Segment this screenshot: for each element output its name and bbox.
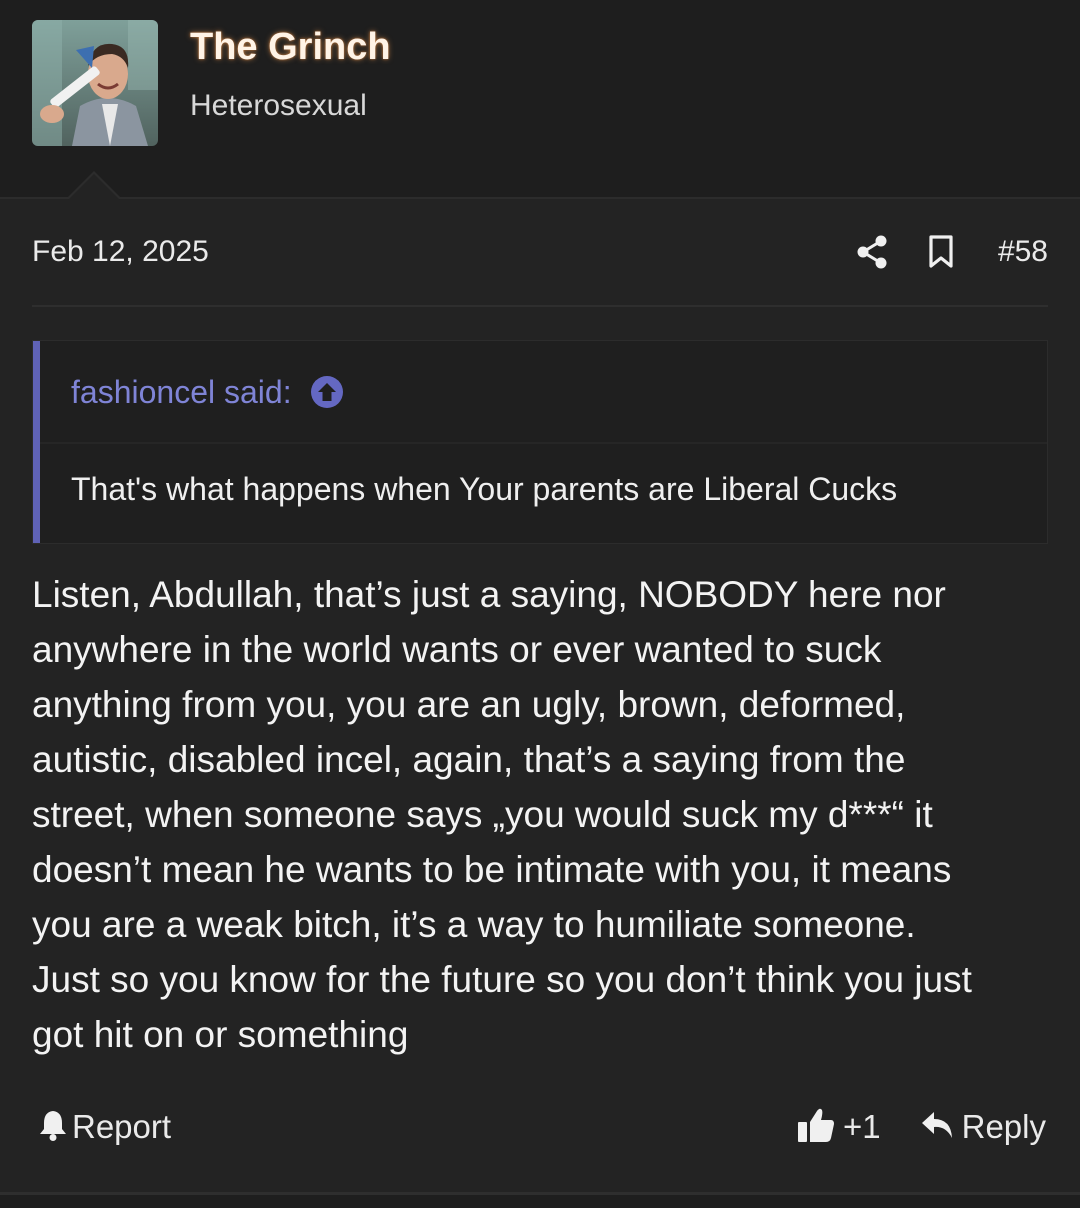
post-number[interactable]: #58: [998, 235, 1048, 269]
post-user-header: The Grinch Heterosexual: [0, 0, 1080, 197]
reply-label: Reply: [961, 1108, 1046, 1145]
like-button[interactable]: +1: [797, 1102, 881, 1152]
arrow-up-circle-icon[interactable]: [310, 375, 344, 409]
user-avatar[interactable]: [32, 20, 158, 146]
report-label: Report: [72, 1108, 172, 1145]
post-date[interactable]: Feb 12, 2025: [32, 232, 209, 272]
message-line: Listen, Abdullah, that’s just a saying, …: [32, 574, 946, 615]
quote-text: That's what happens when Your parents ar…: [71, 471, 898, 507]
post-message: Listen, Abdullah, that’s just a saying, …: [32, 567, 1048, 1062]
user-title: Heterosexual: [190, 89, 367, 122]
quote-author-link[interactable]: fashioncel said:: [71, 374, 292, 411]
meta-divider: [32, 305, 1048, 307]
quote-divider: [40, 442, 1047, 444]
thumbs-up-icon: [797, 1107, 835, 1148]
forum-post-page: The Grinch Heterosexual Feb 12, 2025 #58…: [0, 0, 1080, 1208]
reply-button[interactable]: Reply: [920, 1102, 1046, 1152]
message-line: anything from you, you are an ugly, brow…: [32, 684, 906, 725]
like-count: +1: [843, 1108, 881, 1145]
message-line: street, when someone says „you would suc…: [32, 794, 933, 835]
reply-arrow-icon: [920, 1110, 954, 1145]
report-button[interactable]: Report: [38, 1102, 171, 1152]
quote-header: fashioncel said:: [71, 367, 344, 417]
message-line: got hit on or something: [32, 1014, 409, 1055]
post-container: Feb 12, 2025 #58 fashioncel said: That's…: [0, 199, 1080, 1192]
share-icon[interactable]: [856, 235, 888, 269]
quote-block: fashioncel said: That's what happens whe…: [32, 340, 1048, 544]
message-line: autistic, disabled incel, again, that’s …: [32, 739, 906, 780]
message-line: Just so you know for the future so you d…: [32, 959, 972, 1000]
bookmark-icon[interactable]: [928, 235, 954, 269]
message-line: doesn’t mean he wants to be intimate wit…: [32, 849, 952, 890]
bell-icon: [38, 1109, 68, 1146]
quote-accent-bar: [33, 341, 40, 543]
post-actions: #58: [856, 229, 1048, 275]
user-pointer-arrow-fill: [68, 174, 120, 200]
message-line: anywhere in the world wants or ever want…: [32, 629, 882, 670]
post-footer: Report +1 Reply: [0, 1102, 1080, 1152]
next-post-strip: [0, 1195, 1080, 1208]
username[interactable]: The Grinch: [190, 24, 391, 70]
message-line: you are a weak bitch, it’s a way to humi…: [32, 904, 916, 945]
avatar-image: [32, 20, 158, 146]
